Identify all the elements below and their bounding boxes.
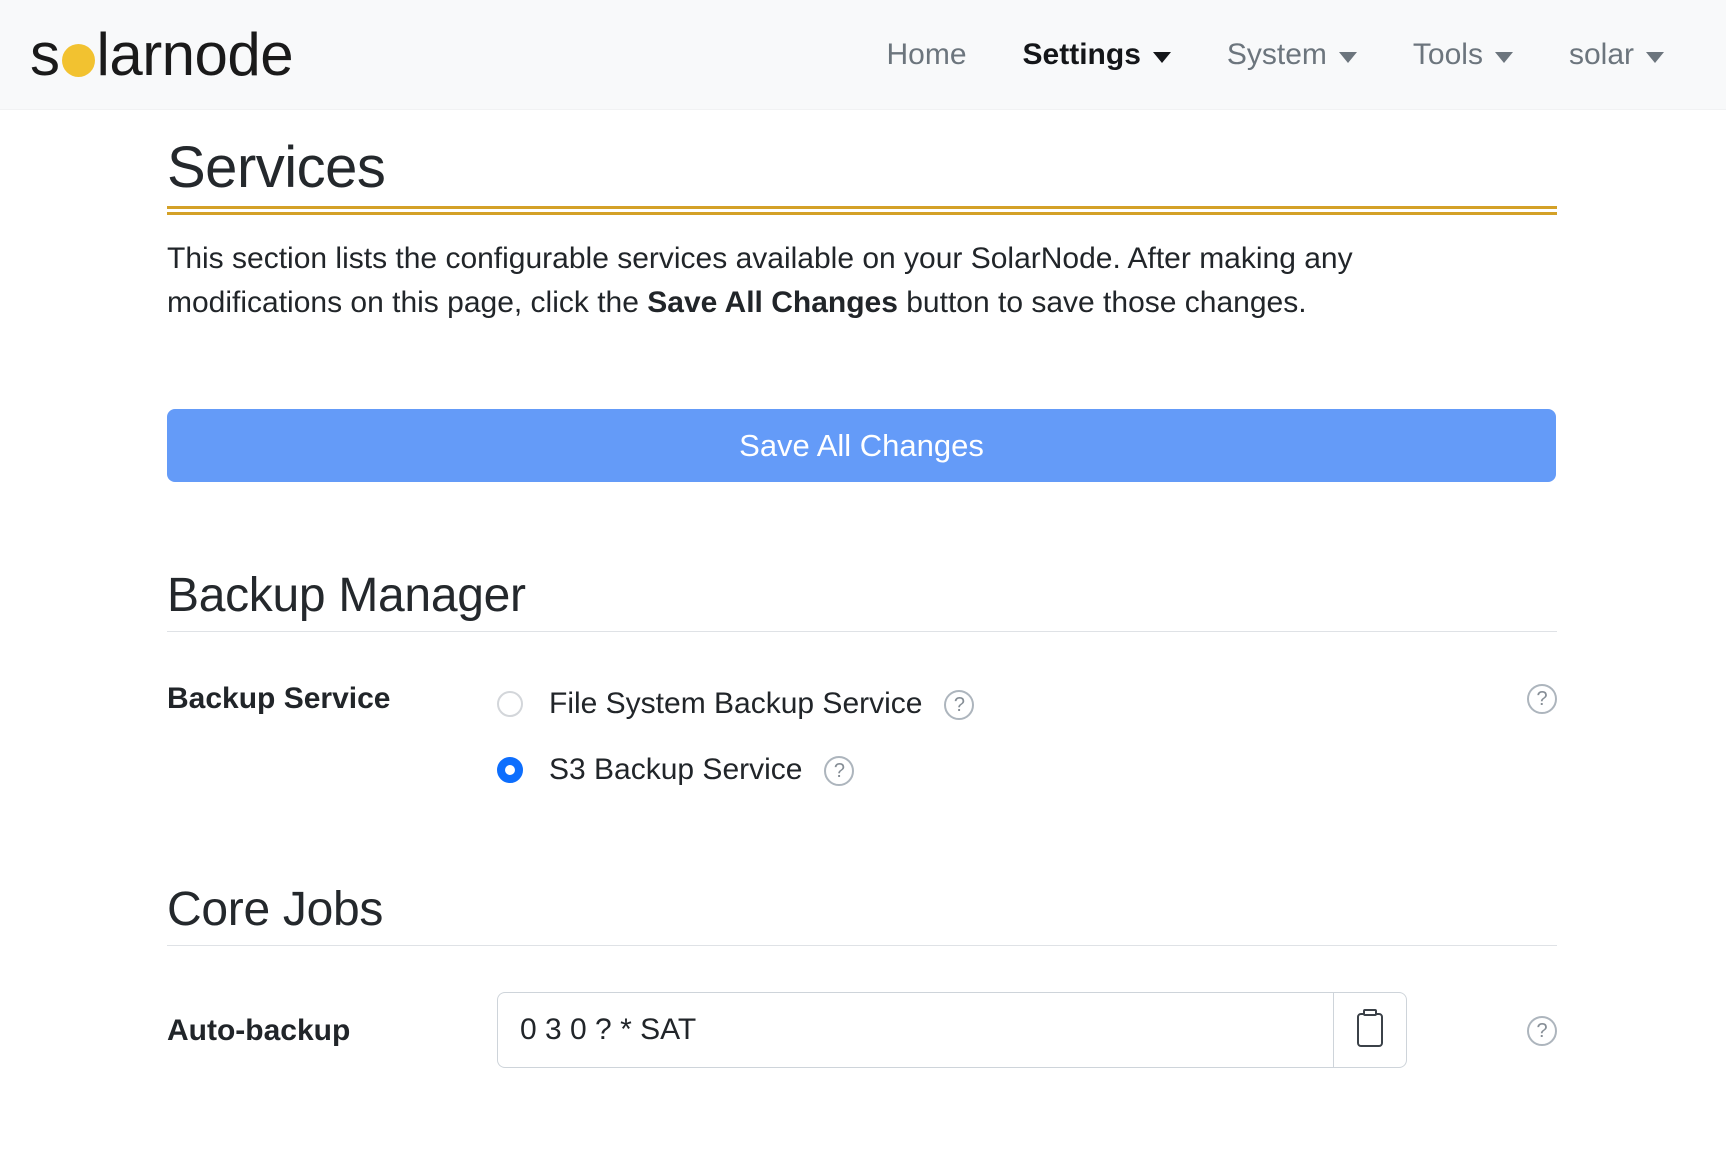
form-row-auto-backup: Auto-backup ? [167,992,1557,1069]
page-intro-strong: Save All Changes [647,286,898,320]
nav-item-system-label: System [1226,37,1327,71]
page-title: Services [167,135,386,200]
chevron-down-icon [1338,52,1357,63]
radio-label-file-system-backup-service[interactable]: File System Backup Service [549,687,922,721]
auto-backup-input-group [497,992,1407,1069]
sun-dot-icon [61,44,95,77]
form-row-backup-service: Backup Service File System Backup Servic… [167,678,1557,796]
radio-icon-unselected[interactable] [497,691,523,718]
nav-item-system[interactable]: System [1199,28,1385,82]
backup-service-label: Backup Service [167,682,391,716]
nav-item-user-solar-label: solar [1568,37,1634,71]
save-all-changes-button[interactable]: Save All Changes [167,409,1556,483]
auto-backup-label: Auto-backup [167,1014,351,1048]
page-intro-part2: button to save those changes. [897,286,1307,320]
backup-service-field: File System Backup Service ? S3 Backup S… [497,678,1557,796]
chevron-down-icon [1152,52,1171,63]
section-title-core-jobs: Core Jobs [167,883,384,937]
chevron-down-icon [1646,52,1664,63]
section-divider [167,945,1557,947]
radio-option-s3-backup-service[interactable]: S3 Backup Service ? [497,744,1557,796]
brand-text-pre: s [30,20,60,88]
chevron-down-icon [1494,52,1513,63]
nav-items: Home Settings System Tools solar [859,28,1693,82]
brand-text-post: larnode [96,20,294,88]
help-icon[interactable]: ? [944,690,975,721]
nav-item-tools[interactable]: Tools [1385,28,1541,82]
nav-item-user-solar[interactable]: solar [1541,28,1692,82]
radio-label-s3-backup-service[interactable]: S3 Backup Service [549,753,802,787]
clipboard-icon [1357,1013,1383,1048]
nav-item-home[interactable]: Home [859,28,995,82]
radio-icon-selected[interactable] [497,757,523,784]
section-title-backup-manager: Backup Manager [167,569,526,623]
help-icon[interactable]: ? [824,756,855,787]
nav-item-settings[interactable]: Settings [995,28,1199,82]
section-divider [167,631,1557,633]
auto-backup-field: ? [497,992,1557,1069]
page-content: Services This section lists the configur… [0,135,1726,1069]
radio-option-file-system-backup-service[interactable]: File System Backup Service ? [497,678,1557,730]
auto-backup-input[interactable] [497,992,1333,1069]
row-help-icon-auto-backup[interactable]: ? [1527,1016,1557,1047]
nav-item-tools-label: Tools [1412,37,1483,71]
nav-item-home-label: Home [886,37,967,71]
title-underline-rule [167,205,1557,215]
page-intro: This section lists the configurable serv… [167,237,1457,326]
brand-logo[interactable]: s larnode [30,20,294,88]
top-navbar: s larnode Home Settings System Tools sol… [0,0,1726,110]
nav-item-settings-label: Settings [1022,37,1141,71]
copy-to-clipboard-button[interactable] [1333,992,1407,1069]
